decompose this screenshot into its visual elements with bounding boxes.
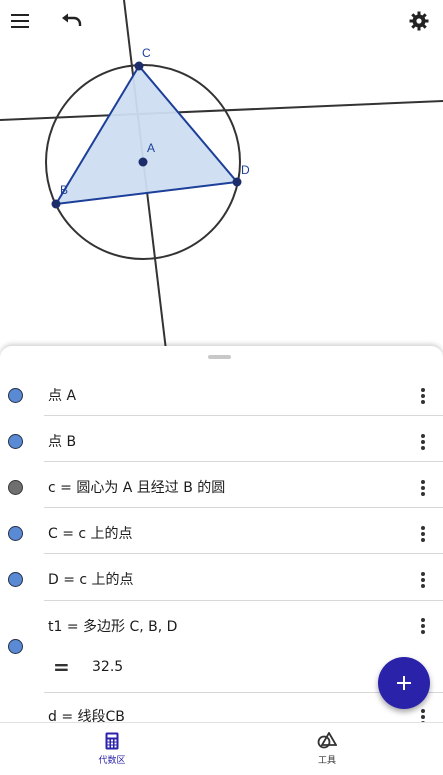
point-a-label: A — [147, 141, 155, 155]
divider — [44, 600, 443, 601]
divider — [44, 507, 443, 508]
undo-button[interactable] — [59, 8, 85, 34]
shapes-tools-icon — [317, 732, 337, 749]
algebra-item-label: d = 线段CB — [48, 709, 125, 722]
sheet-drag-handle[interactable] — [208, 355, 231, 359]
algebra-item-label: 点 A — [48, 388, 77, 404]
visibility-toggle-dot[interactable] — [8, 434, 23, 449]
algebra-item-label: C = c 上的点 — [48, 526, 133, 542]
algebra-item-label: c = 圆心为 A 且经过 B 的圆 — [48, 480, 226, 496]
more-options-icon[interactable] — [414, 615, 432, 637]
hamburger-menu-icon — [11, 14, 29, 28]
point-c[interactable] — [134, 61, 144, 71]
algebra-item-label: t1 = 多边形 C, B, D — [48, 619, 178, 635]
algebra-item-point-c[interactable]: C = c 上的点 — [0, 512, 443, 556]
visibility-toggle-dot[interactable] — [8, 388, 23, 403]
algebra-view: 点 A 点 B c = 圆心为 A 且经过 B 的圆 C = c 上的点 D =… — [0, 346, 443, 722]
divider — [44, 461, 443, 462]
undo-icon — [62, 13, 82, 26]
gear-icon — [409, 11, 429, 31]
polygon-area-value: 32.5 — [92, 659, 124, 675]
point-b-label: B — [60, 183, 68, 197]
visibility-toggle-dot[interactable] — [8, 526, 23, 541]
bottom-navigation: 代数区 工具 — [0, 722, 443, 775]
add-input-button[interactable] — [378, 657, 430, 709]
plus-icon — [397, 676, 411, 690]
more-options-icon[interactable] — [414, 523, 432, 545]
tab-algebra-label: 代数区 — [98, 756, 126, 766]
calculator-icon — [105, 732, 119, 750]
algebra-item-point-b[interactable]: 点 B — [0, 420, 443, 464]
tab-tools-label: 工具 — [317, 756, 336, 766]
menu-button[interactable] — [7, 8, 33, 34]
visibility-toggle-dot[interactable] — [8, 639, 23, 654]
more-options-icon[interactable] — [414, 706, 432, 722]
point-d[interactable] — [232, 177, 242, 187]
visibility-toggle-dot[interactable] — [8, 572, 23, 587]
visibility-toggle-dot[interactable] — [8, 480, 23, 495]
algebra-item-segment-d[interactable]: d = 线段CB — [0, 696, 443, 722]
algebra-item-point-a[interactable]: 点 A — [0, 374, 443, 418]
equals-sign: = — [53, 655, 70, 679]
more-options-icon[interactable] — [414, 431, 432, 453]
geogebra-app: A B C D 点 A 点 B c = 圆心为 A 且经过 B 的圆 C = c… — [0, 0, 443, 775]
point-c-label: C — [142, 46, 151, 60]
divider — [44, 553, 443, 554]
algebra-item-point-d[interactable]: D = c 上的点 — [0, 558, 443, 602]
algebra-item-circle-c[interactable]: c = 圆心为 A 且经过 B 的圆 — [0, 466, 443, 510]
settings-button[interactable] — [406, 8, 432, 34]
point-d-label: D — [241, 163, 250, 177]
divider — [44, 415, 443, 416]
tab-algebra[interactable]: 代数区 — [72, 732, 152, 766]
more-options-icon[interactable] — [414, 569, 432, 591]
algebra-item-polygon-t1[interactable]: t1 = 多边形 C, B, D = 32.5 — [0, 605, 443, 691]
point-a[interactable] — [138, 157, 148, 167]
point-b[interactable] — [51, 199, 61, 209]
more-options-icon[interactable] — [414, 477, 432, 499]
more-options-icon[interactable] — [414, 385, 432, 407]
algebra-item-label: D = c 上的点 — [48, 572, 134, 588]
graphics-view[interactable]: A B C D — [0, 0, 443, 360]
algebra-item-label: 点 B — [48, 434, 77, 450]
tab-tools[interactable]: 工具 — [287, 732, 367, 766]
